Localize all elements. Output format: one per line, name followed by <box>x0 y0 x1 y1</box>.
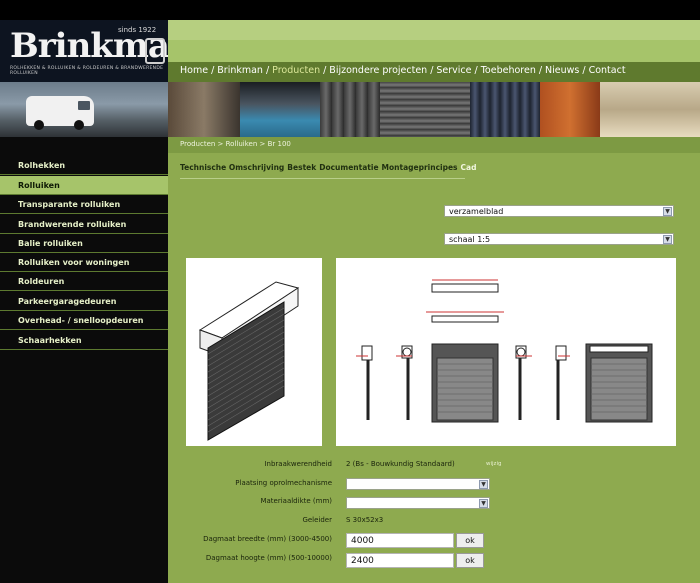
sidebar-item-parkeergaragedeuren[interactable]: Parkeergaragedeuren <box>0 292 168 311</box>
cad-drawing-panel <box>336 258 676 446</box>
sidebar-item-balie-rolluiken[interactable]: Balie rolluiken <box>0 234 168 253</box>
breedte-label: Dagmaat breedte (mm) (3000-4500) <box>203 535 332 543</box>
header-band-top <box>168 20 700 40</box>
nav-item-producten[interactable]: Producten <box>272 65 320 76</box>
iso-drawing-panel <box>186 258 322 446</box>
main-nav: Home / Brinkman / Producten / Bijzondere proje… <box>180 65 626 76</box>
scale-select[interactable]: schaal 1:5 ▼ <box>444 233 674 245</box>
breedte-input[interactable]: 4000 <box>346 533 454 548</box>
nav-separator: / <box>323 65 327 76</box>
sidebar-item-rolluiken-voor-woningen[interactable]: Rolluiken voor woningen <box>0 253 168 272</box>
inbraak-label: Inbraakwerendheid <box>264 460 332 468</box>
nav-item-contact[interactable]: Contact <box>589 65 626 76</box>
brand-since: sinds 1922 <box>118 26 157 34</box>
brand-tagline: ROLHEKKEN & ROLLUIKEN & ROLDEUREN & BRAN… <box>10 66 164 76</box>
isometric-shutter-drawing <box>198 281 300 441</box>
nav-item-bijzondere-projecten[interactable]: Bijzondere projecten <box>329 65 427 76</box>
tab-bar: Technische Omschrijving Bestek Documentati… <box>180 163 479 172</box>
header-bar: Home / Brinkman / Producten / Bijzondere proje… <box>168 20 700 82</box>
hoogte-input[interactable]: 2400 <box>346 553 454 568</box>
tab-technische-omschrijving[interactable]: Technische Omschrijving <box>180 163 284 172</box>
brand-name: Brinkman <box>10 26 194 66</box>
logo-mark-icon <box>145 38 165 64</box>
geleider-label: Geleider <box>302 516 332 524</box>
materiaal-select[interactable]: ▼ <box>346 497 490 509</box>
breadcrumb: Producten > Rolluiken > Br 100 <box>180 140 291 148</box>
tab-bestek[interactable]: Bestek <box>287 163 316 172</box>
inbraak-change-link[interactable]: wijzig <box>486 461 501 467</box>
nav-separator: / <box>538 65 543 76</box>
header-photo-van <box>0 82 168 137</box>
nav-item-toebehoren[interactable]: Toebehoren <box>481 65 536 76</box>
top-black-bar <box>0 0 700 20</box>
sidebar-item-brandwerende-rolluiken[interactable]: Brandwerende rolluiken <box>0 215 168 234</box>
tab-documentatie[interactable]: Documentatie <box>319 163 378 172</box>
nav-item-home[interactable]: Home <box>180 65 208 76</box>
nav-separator: / <box>265 65 270 76</box>
nav-separator: / <box>582 65 586 76</box>
van-image <box>26 96 94 130</box>
geleider-value: S 30x52x3 <box>346 516 384 524</box>
sidebar-item-transparante-rolluiken[interactable]: Transparante rolluiken <box>0 195 168 214</box>
nav-separator: / <box>430 65 434 76</box>
plaatsing-label: Plaatsing oprolmechanisme <box>235 479 332 487</box>
main-content: Technische Omschrijving Bestek Documentati… <box>168 153 700 583</box>
nav-item-brinkman[interactable]: Brinkman <box>217 65 263 76</box>
nav-item-service[interactable]: Service <box>436 65 471 76</box>
tab-montageprincipes[interactable]: Montageprincipes <box>382 163 458 172</box>
breadcrumb-bar: Producten > Rolluiken > Br 100 <box>168 137 700 153</box>
nav-separator: / <box>211 65 215 76</box>
hoogte-label: Dagmaat hoogte (mm) (500-10000) <box>205 554 332 562</box>
chevron-down-icon: ▼ <box>479 499 488 508</box>
hoogte-ok-button[interactable]: ok <box>456 553 484 568</box>
chevron-down-icon: ▼ <box>479 480 488 489</box>
sidebar-item-rolhekken[interactable]: Rolhekken <box>0 156 168 175</box>
sidebar: Rolhekken Rolluiken Transparante rolluiken… <box>0 137 168 583</box>
nav-separator: / <box>474 65 478 76</box>
scale-select-value: schaal 1:5 <box>449 235 491 244</box>
sidebar-item-schaarhekken[interactable]: Schaarhekken <box>0 331 168 350</box>
sidebar-item-rolluiken[interactable]: Rolluiken <box>0 176 168 195</box>
header-photo-strip <box>168 82 700 137</box>
chevron-down-icon: ▼ <box>663 235 672 244</box>
tab-divider <box>180 178 465 179</box>
inbraak-value: 2 (Bs - Bouwkundig Standaard) <box>346 460 455 468</box>
plaatsing-select[interactable]: ▼ <box>346 478 490 490</box>
chevron-down-icon: ▼ <box>663 207 672 216</box>
sidebar-item-roldeuren[interactable]: Roldeuren <box>0 272 168 291</box>
tab-cad[interactable]: Cad <box>461 163 477 172</box>
brand-logo[interactable]: Brinkman sinds 1922 ROLHEKKEN & ROLLUIKE… <box>0 20 194 82</box>
cad-views-drawing <box>356 279 653 423</box>
materiaal-label: Materiaaldikte (mm) <box>260 497 332 505</box>
sheet-select-value: verzamelblad <box>449 207 504 216</box>
sidebar-item-overhead-snelloopdeuren[interactable]: Overhead- / snelloopdeuren <box>0 311 168 330</box>
breedte-ok-button[interactable]: ok <box>456 533 484 548</box>
nav-item-nieuws[interactable]: Nieuws <box>545 65 579 76</box>
sheet-select[interactable]: verzamelblad ▼ <box>444 205 674 217</box>
